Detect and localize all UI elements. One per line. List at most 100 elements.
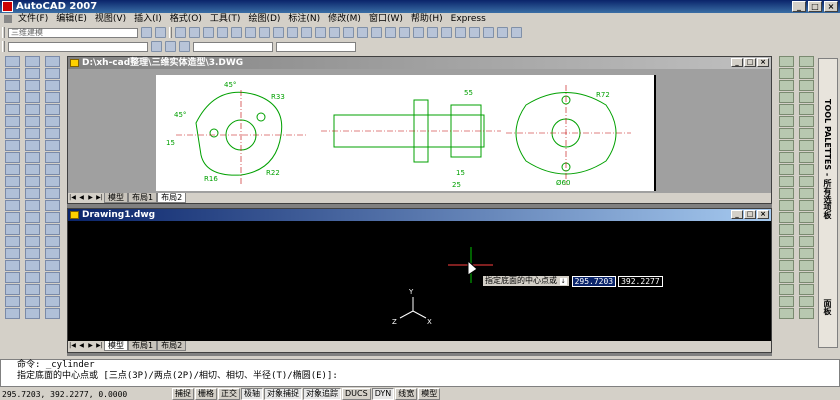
menu-edit[interactable]: 编辑(E) xyxy=(52,13,91,25)
solid-edit-tool-icon[interactable] xyxy=(24,140,40,151)
tab-layout2[interactable]: 布局2 xyxy=(157,193,187,203)
dimension-tool-icon[interactable] xyxy=(798,248,814,259)
zoom-previous-icon[interactable] xyxy=(413,27,424,38)
modeling-tool-icon[interactable] xyxy=(4,140,20,151)
block-editor-icon[interactable] xyxy=(329,27,340,38)
solid-edit-tool-icon[interactable] xyxy=(24,272,40,283)
modify-tool-icon[interactable] xyxy=(778,248,794,259)
dimension-tool-icon[interactable] xyxy=(798,164,814,175)
polar-toggle[interactable]: 极轴 xyxy=(241,388,263,400)
modeling-tool-icon[interactable] xyxy=(4,188,20,199)
dimension-tool-icon[interactable] xyxy=(798,68,814,79)
drawing-window-3dwg[interactable]: D:\xh-cad整理\三维实体造型\3.DWG _ □ × 45° 45° R… xyxy=(67,56,772,204)
color-combo[interactable] xyxy=(193,41,273,52)
draw-tool-icon[interactable] xyxy=(44,200,60,211)
draw-tool-icon[interactable] xyxy=(44,104,60,115)
solid-edit-tool-icon[interactable] xyxy=(24,296,40,307)
dimension-tool-icon[interactable] xyxy=(798,116,814,127)
draw-tool-icon[interactable] xyxy=(44,140,60,151)
markup-icon[interactable] xyxy=(483,27,494,38)
tab-model[interactable]: 模型 xyxy=(104,341,128,351)
modeling-tool-icon[interactable] xyxy=(4,308,20,319)
modify-tool-icon[interactable] xyxy=(778,164,794,175)
dimension-tool-icon[interactable] xyxy=(798,80,814,91)
modify-tool-icon[interactable] xyxy=(778,188,794,199)
modeling-tool-icon[interactable] xyxy=(4,128,20,139)
dimension-tool-icon[interactable] xyxy=(798,224,814,235)
modeling-tool-icon[interactable] xyxy=(4,92,20,103)
zoom-realtime-icon[interactable] xyxy=(385,27,396,38)
dimension-tool-icon[interactable] xyxy=(798,296,814,307)
menu-tools[interactable]: 工具(T) xyxy=(206,13,245,25)
draw-tool-icon[interactable] xyxy=(44,296,60,307)
modeling-tool-icon[interactable] xyxy=(4,200,20,211)
draw-tool-icon[interactable] xyxy=(44,260,60,271)
sheet-set-icon[interactable] xyxy=(469,27,480,38)
layer-previous-icon[interactable] xyxy=(179,41,190,52)
draw-tool-icon[interactable] xyxy=(44,308,60,319)
close-button[interactable]: × xyxy=(757,58,769,67)
solid-edit-tool-icon[interactable] xyxy=(24,128,40,139)
dynamic-x-input[interactable]: 295.7203 xyxy=(571,275,617,287)
toolbar-grip[interactable] xyxy=(2,27,5,38)
menu-format[interactable]: 格式(O) xyxy=(166,13,206,25)
modeling-tool-icon[interactable] xyxy=(4,152,20,163)
tool-palettes-icon[interactable] xyxy=(455,27,466,38)
document-menu-icon[interactable] xyxy=(4,15,12,23)
linetype-combo[interactable] xyxy=(276,41,356,52)
solid-edit-tool-icon[interactable] xyxy=(24,308,40,319)
modify-tool-icon[interactable] xyxy=(778,212,794,223)
dimension-tool-icon[interactable] xyxy=(798,236,814,247)
workspace-settings-icon[interactable] xyxy=(141,27,152,38)
dimension-tool-icon[interactable] xyxy=(798,308,814,319)
modeling-tool-icon[interactable] xyxy=(4,248,20,259)
make-current-icon[interactable] xyxy=(165,41,176,52)
menu-insert[interactable]: 插入(I) xyxy=(130,13,166,25)
solid-edit-tool-icon[interactable] xyxy=(24,236,40,247)
modeling-tool-icon[interactable] xyxy=(4,224,20,235)
modeling-tool-icon[interactable] xyxy=(4,80,20,91)
draw-tool-icon[interactable] xyxy=(44,224,60,235)
dimension-tool-icon[interactable] xyxy=(798,200,814,211)
modify-tool-icon[interactable] xyxy=(778,68,794,79)
coordinate-readout[interactable]: 295.7203, 392.2277, 0.0000 xyxy=(0,390,172,399)
menu-draw[interactable]: 绘图(D) xyxy=(244,13,284,25)
modify-tool-icon[interactable] xyxy=(778,200,794,211)
maximize-button[interactable]: □ xyxy=(744,58,756,67)
save-icon[interactable] xyxy=(203,27,214,38)
menu-file[interactable]: 文件(F) xyxy=(14,13,52,25)
otrack-toggle[interactable]: 对象追踪 xyxy=(303,388,341,400)
menu-dimension[interactable]: 标注(N) xyxy=(284,13,324,25)
solid-edit-tool-icon[interactable] xyxy=(24,212,40,223)
modify-tool-icon[interactable] xyxy=(778,80,794,91)
undo-icon[interactable] xyxy=(343,27,354,38)
pan-icon[interactable] xyxy=(371,27,382,38)
modify-tool-icon[interactable] xyxy=(778,116,794,127)
dimension-tool-icon[interactable] xyxy=(798,188,814,199)
solid-edit-tool-icon[interactable] xyxy=(24,284,40,295)
properties-icon[interactable] xyxy=(427,27,438,38)
first-tab-button[interactable]: |◀ xyxy=(68,194,77,202)
solid-edit-tool-icon[interactable] xyxy=(24,80,40,91)
help-icon[interactable] xyxy=(511,27,522,38)
ortho-toggle[interactable]: 正交 xyxy=(218,388,240,400)
layout-canvas[interactable]: 45° 45° R33 R72 R16 R22 15 Ø60 25 15 55 xyxy=(68,69,771,193)
menu-help[interactable]: 帮助(H) xyxy=(407,13,447,25)
maximize-button[interactable]: □ xyxy=(744,210,756,219)
minimize-button[interactable]: _ xyxy=(792,1,806,12)
modeling-tool-icon[interactable] xyxy=(4,164,20,175)
modeling-tool-icon[interactable] xyxy=(4,116,20,127)
dimension-tool-icon[interactable] xyxy=(798,272,814,283)
modify-tool-icon[interactable] xyxy=(778,152,794,163)
dimension-tool-icon[interactable] xyxy=(798,56,814,67)
modify-tool-icon[interactable] xyxy=(778,308,794,319)
solid-edit-tool-icon[interactable] xyxy=(24,116,40,127)
draw-tool-icon[interactable] xyxy=(44,164,60,175)
modify-tool-icon[interactable] xyxy=(778,104,794,115)
menu-window[interactable]: 窗口(W) xyxy=(365,13,407,25)
next-tab-button[interactable]: ▶ xyxy=(86,342,95,350)
tab-model[interactable]: 模型 xyxy=(104,193,128,203)
modify-tool-icon[interactable] xyxy=(778,176,794,187)
solid-edit-tool-icon[interactable] xyxy=(24,224,40,235)
solid-edit-tool-icon[interactable] xyxy=(24,248,40,259)
